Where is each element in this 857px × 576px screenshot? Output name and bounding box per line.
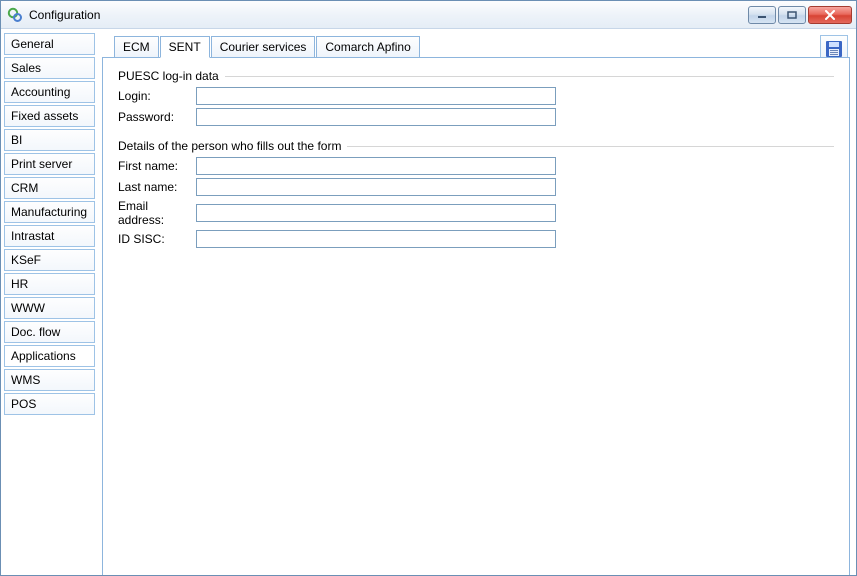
group-person-title-text: Details of the person who fills out the … <box>118 139 341 153</box>
sidebar-item-accounting[interactable]: Accounting <box>4 81 95 103</box>
sidebar-item-bi[interactable]: BI <box>4 129 95 151</box>
tab-sent[interactable]: SENT <box>160 36 210 58</box>
tab-panel-sent: PUESC log-in data Login: Password: <box>102 57 850 575</box>
sidebar-item-sales[interactable]: Sales <box>4 57 95 79</box>
login-label: Login: <box>118 89 196 103</box>
password-row: Password: <box>118 108 834 126</box>
sidebar-item-hr[interactable]: HR <box>4 273 95 295</box>
sidebar-item-label: POS <box>11 397 36 411</box>
main-panel: ECM SENT Courier services Comarch Apfino… <box>98 29 856 575</box>
tab-label: Courier services <box>220 40 307 54</box>
email-row: Email address: <box>118 199 834 227</box>
sidebar-item-www[interactable]: WWW <box>4 297 95 319</box>
sidebar-item-wms[interactable]: WMS <box>4 369 95 391</box>
close-button[interactable] <box>808 6 852 24</box>
sidebar-item-label: Manufacturing <box>11 205 87 219</box>
first-name-input[interactable] <box>196 157 556 175</box>
group-person: Details of the person who fills out the … <box>117 138 835 252</box>
sisc-label: ID SISC: <box>118 232 196 246</box>
sidebar-item-label: Fixed assets <box>11 109 78 123</box>
sisc-input[interactable] <box>196 230 556 248</box>
login-input[interactable] <box>196 87 556 105</box>
password-input[interactable] <box>196 108 556 126</box>
sidebar-item-label: CRM <box>11 181 38 195</box>
minimize-button[interactable] <box>748 6 776 24</box>
sidebar: General Sales Accounting Fixed assets BI… <box>1 29 98 575</box>
group-person-title: Details of the person who fills out the … <box>118 139 834 153</box>
tab-strip: ECM SENT Courier services Comarch Apfino <box>102 35 850 57</box>
tab-label: ECM <box>123 40 150 54</box>
sidebar-item-fixed-assets[interactable]: Fixed assets <box>4 105 95 127</box>
sidebar-item-label: WMS <box>11 373 40 387</box>
sidebar-item-general[interactable]: General <box>4 33 95 55</box>
group-login: PUESC log-in data Login: Password: <box>117 68 835 130</box>
first-name-label: First name: <box>118 159 196 173</box>
sidebar-item-manufacturing[interactable]: Manufacturing <box>4 201 95 223</box>
sidebar-item-label: Print server <box>11 157 72 171</box>
sidebar-item-label: Intrastat <box>11 229 54 243</box>
configuration-window: Configuration <box>0 0 857 576</box>
sidebar-item-label: Doc. flow <box>11 325 60 339</box>
first-name-row: First name: <box>118 157 834 175</box>
last-name-label: Last name: <box>118 180 196 194</box>
last-name-input[interactable] <box>196 178 556 196</box>
maximize-button[interactable] <box>778 6 806 24</box>
tab-label: SENT <box>169 40 201 54</box>
sidebar-item-label: General <box>11 37 54 51</box>
window-title: Configuration <box>29 8 748 22</box>
sidebar-item-label: WWW <box>11 301 45 315</box>
divider <box>347 146 834 147</box>
last-name-row: Last name: <box>118 178 834 196</box>
titlebar: Configuration <box>1 1 856 29</box>
sidebar-item-label: BI <box>11 133 22 147</box>
sidebar-item-label: Sales <box>11 61 41 75</box>
tab-label: Comarch Apfino <box>325 40 410 54</box>
sidebar-item-label: HR <box>11 277 28 291</box>
sidebar-item-applications[interactable]: Applications <box>4 345 95 367</box>
divider <box>225 76 834 77</box>
group-login-title: PUESC log-in data <box>118 69 834 83</box>
sidebar-item-ksef[interactable]: KSeF <box>4 249 95 271</box>
password-label: Password: <box>118 110 196 124</box>
sidebar-item-print-server[interactable]: Print server <box>4 153 95 175</box>
email-label: Email address: <box>118 199 196 227</box>
sidebar-item-pos[interactable]: POS <box>4 393 95 415</box>
email-input[interactable] <box>196 204 556 222</box>
sisc-row: ID SISC: <box>118 230 834 248</box>
tab-courier-services[interactable]: Courier services <box>211 36 316 58</box>
sidebar-item-intrastat[interactable]: Intrastat <box>4 225 95 247</box>
client-area: General Sales Accounting Fixed assets BI… <box>1 29 856 575</box>
sidebar-item-doc-flow[interactable]: Doc. flow <box>4 321 95 343</box>
sidebar-item-label: KSeF <box>11 253 41 267</box>
sidebar-item-label: Accounting <box>11 85 70 99</box>
tab-comarch-apfino[interactable]: Comarch Apfino <box>316 36 419 58</box>
sidebar-item-crm[interactable]: CRM <box>4 177 95 199</box>
app-gear-icon <box>7 7 23 23</box>
tab-ecm[interactable]: ECM <box>114 36 159 58</box>
window-controls <box>748 6 852 24</box>
group-login-title-text: PUESC log-in data <box>118 69 219 83</box>
sidebar-item-label: Applications <box>11 349 76 363</box>
login-row: Login: <box>118 87 834 105</box>
